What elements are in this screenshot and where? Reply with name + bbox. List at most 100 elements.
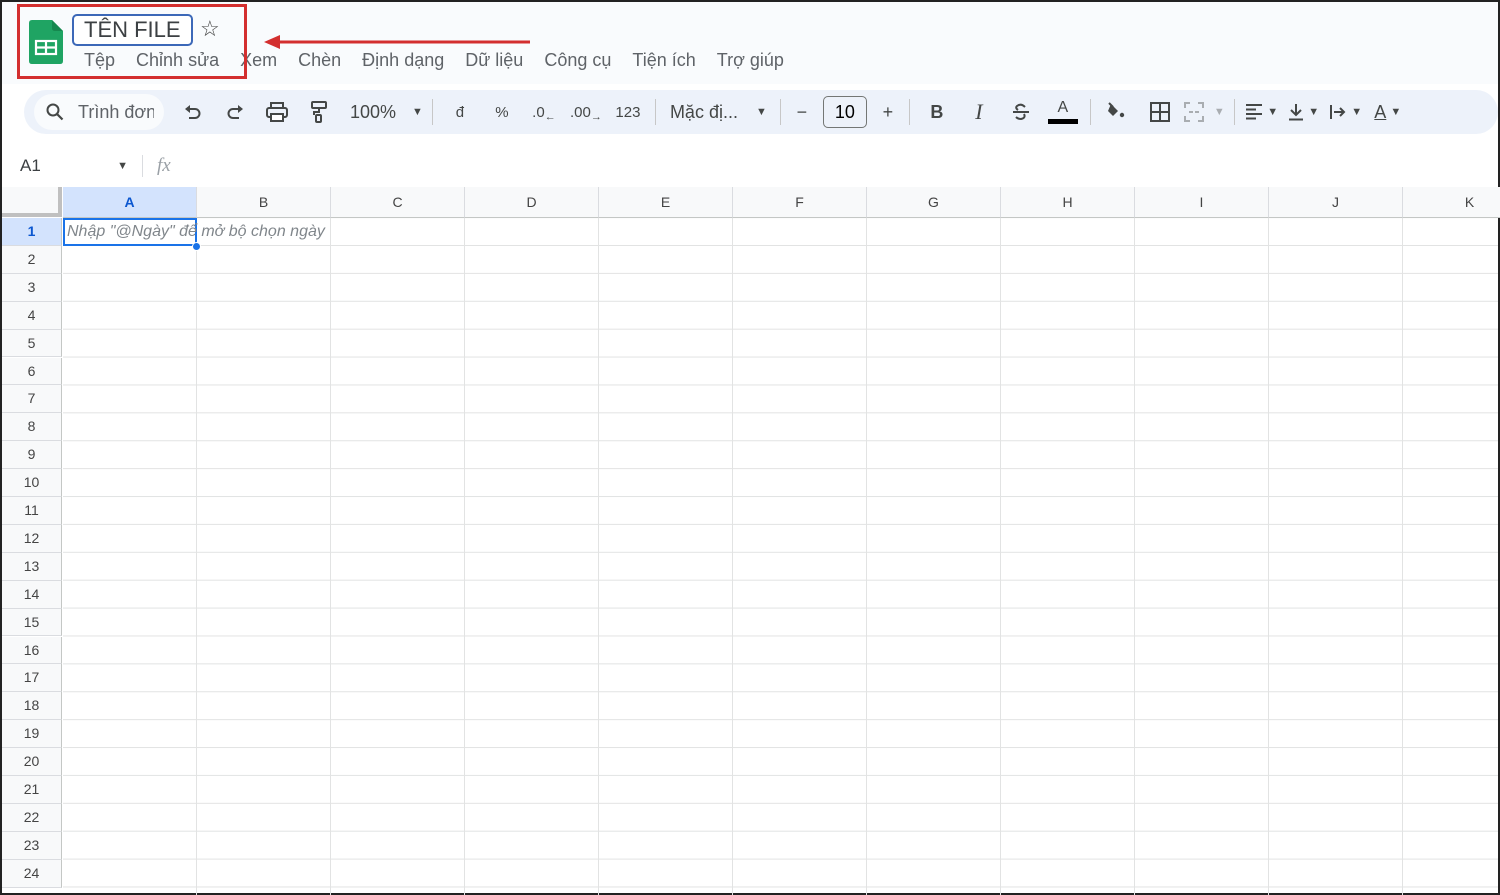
row-header-23[interactable]: 23 (2, 831, 62, 860)
decrease-font-size-button[interactable]: − (790, 96, 814, 128)
font-family-value: Mặc đị... (669, 101, 738, 122)
row-header-20[interactable]: 20 (2, 748, 62, 776)
font-family-select[interactable]: Mặc đị... ▼ (670, 96, 767, 128)
column-header-e[interactable]: E (599, 187, 733, 218)
row-header-15[interactable]: 15 (2, 608, 62, 637)
zoom-value: 100% (350, 101, 397, 122)
horizontal-align-button[interactable]: ▼ (1244, 96, 1280, 128)
cell-area[interactable] (63, 218, 1498, 895)
text-wrap-button[interactable]: ▼ (1328, 96, 1364, 128)
text-color-glyph: A (1057, 99, 1069, 116)
star-icon[interactable]: ☆ (200, 16, 220, 42)
menu-insert[interactable]: Chèn (298, 48, 341, 72)
row-header-11[interactable]: 11 (2, 497, 62, 525)
row-header-21[interactable]: 21 (2, 776, 62, 804)
text-rotation-button[interactable]: A ▼ (1370, 96, 1406, 128)
row-header-4[interactable]: 4 (2, 301, 62, 330)
increase-font-size-button[interactable]: + (876, 96, 900, 128)
font-size-input[interactable] (822, 96, 867, 128)
select-all-corner[interactable] (2, 187, 62, 217)
menu-view[interactable]: Xem (240, 48, 277, 72)
menu-extensions[interactable]: Tiện ích (632, 48, 695, 72)
column-header-h[interactable]: H (1001, 187, 1135, 218)
row-header-7[interactable]: 7 (2, 385, 62, 414)
italic-button[interactable]: I (961, 96, 997, 128)
fill-handle[interactable] (192, 242, 201, 251)
merge-cells-icon (1183, 102, 1204, 122)
fill-color-button[interactable] (1100, 96, 1136, 128)
toolbar-divider (908, 99, 910, 125)
row-header-8[interactable]: 8 (2, 413, 62, 442)
row-header-3[interactable]: 3 (2, 273, 62, 302)
print-button[interactable] (259, 96, 295, 128)
formula-bar: A1 ▼ fx (2, 147, 1498, 185)
format-currency-button[interactable]: đ (442, 96, 478, 128)
toolbar-divider (431, 99, 433, 125)
row-header-13[interactable]: 13 (2, 552, 62, 581)
paint-format-button[interactable] (301, 96, 337, 128)
row-header-1[interactable]: 1 (2, 218, 62, 246)
row-header-6[interactable]: 6 (2, 357, 62, 386)
menu-file[interactable]: Tệp (84, 48, 115, 72)
column-header-d[interactable]: D (465, 187, 599, 218)
menu-edit[interactable]: Chỉnh sửa (136, 48, 219, 72)
menu-data[interactable]: Dữ liệu (465, 48, 523, 72)
bold-button[interactable]: B (919, 96, 955, 128)
menu-search[interactable]: Trình đơn (34, 94, 164, 130)
row-header-10[interactable]: 10 (2, 469, 62, 497)
file-title-input[interactable]: TÊN FILE (72, 14, 193, 46)
merge-cells-button[interactable]: ▼ (1183, 96, 1225, 128)
row-header-18[interactable]: 18 (2, 692, 62, 721)
row-header-5[interactable]: 5 (2, 329, 62, 358)
menu-help[interactable]: Trợ giúp (717, 48, 784, 72)
align-bottom-icon (1289, 104, 1304, 121)
row-header-24[interactable]: 24 (2, 859, 62, 888)
borders-icon (1149, 102, 1170, 122)
format-percent-button[interactable]: % (484, 96, 520, 128)
text-wrap-icon (1330, 105, 1346, 119)
column-header-b[interactable]: B (197, 187, 331, 218)
toolbar-divider (1089, 99, 1091, 125)
chevron-down-icon: ▼ (1351, 106, 1363, 118)
sheets-logo-icon[interactable] (29, 20, 63, 64)
more-formats-button[interactable]: 123 (610, 96, 646, 128)
row-header-17[interactable]: 17 (2, 664, 62, 693)
increase-decimal-button[interactable]: .00 → (568, 96, 604, 128)
undo-button[interactable] (175, 96, 211, 128)
menu-bar: Tệp Chỉnh sửa Xem Chèn Định dạng Dữ liệu… (84, 48, 805, 72)
formula-input[interactable] (183, 151, 1498, 181)
menu-format[interactable]: Định dạng (362, 48, 444, 72)
undo-icon (185, 105, 201, 119)
borders-button[interactable] (1142, 96, 1178, 128)
arrow-right-icon: → (590, 111, 602, 123)
menu-tools[interactable]: Công cụ (544, 48, 611, 72)
column-header-c[interactable]: C (331, 187, 465, 218)
row-header-22[interactable]: 22 (2, 803, 62, 832)
spreadsheet-grid: ABCDEFGHIJK 1 2 3 4 5 6 7 8 9 10 11 12 13 14 15 16 17 18 1… (2, 187, 1500, 895)
print-icon (266, 102, 288, 122)
text-color-button[interactable]: A (1045, 96, 1081, 128)
menu-search-label: Trình đơn (78, 101, 154, 122)
row-header-14[interactable]: 14 (2, 580, 62, 609)
strikethrough-icon (1012, 103, 1029, 121)
column-header-k[interactable]: K (1403, 187, 1500, 218)
decrease-decimal-button[interactable]: .0 ← (526, 96, 562, 128)
chevron-down-icon: ▼ (412, 106, 423, 118)
toolbar: Trình đơn 100% ▼ đ % .0 ← .00 → 123 Mặc đị… (24, 90, 1498, 134)
name-box[interactable]: A1 ▼ (2, 156, 142, 176)
column-header-j[interactable]: J (1269, 187, 1403, 218)
redo-icon (227, 105, 243, 119)
redo-button[interactable] (217, 96, 253, 128)
column-header-i[interactable]: I (1135, 187, 1269, 218)
vertical-align-button[interactable]: ▼ (1286, 96, 1322, 128)
column-header-f[interactable]: F (733, 187, 867, 218)
row-header-16[interactable]: 16 (2, 636, 62, 665)
column-header-a[interactable]: A (63, 187, 197, 218)
row-header-19[interactable]: 19 (2, 720, 62, 749)
strikethrough-button[interactable] (1003, 96, 1039, 128)
zoom-select[interactable]: 100% ▼ (350, 96, 423, 128)
column-header-g[interactable]: G (867, 187, 1001, 218)
row-header-9[interactable]: 9 (2, 441, 62, 470)
row-header-2[interactable]: 2 (2, 245, 62, 274)
row-header-12[interactable]: 12 (2, 524, 62, 553)
